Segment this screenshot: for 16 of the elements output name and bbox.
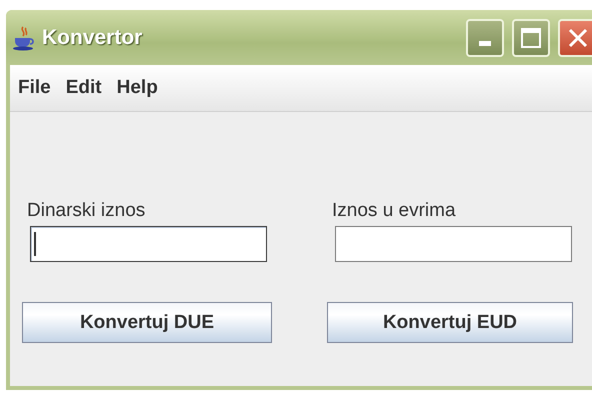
minimize-button[interactable]: [466, 18, 504, 56]
field-label: Iznos u evrima: [332, 200, 457, 223]
menu-item[interactable]: File: [12, 77, 60, 99]
minimize-icon: [479, 41, 491, 46]
maximize-icon: [520, 26, 542, 48]
convert-button[interactable]: Konvertuj DUE: [22, 302, 272, 343]
field-label: Dinarski iznos: [27, 200, 146, 223]
input-field[interactable]: [335, 226, 572, 262]
menu-item[interactable]: Edit: [60, 77, 111, 99]
coffee-cup-icon: [12, 24, 36, 50]
input-field[interactable]: [30, 226, 267, 262]
maximize-button[interactable]: [512, 18, 550, 56]
close-button[interactable]: [558, 18, 592, 56]
convert-button[interactable]: Konvertuj EUD: [327, 302, 573, 343]
window-title: Konvertor: [42, 26, 144, 50]
menu-item[interactable]: Help: [110, 77, 167, 99]
